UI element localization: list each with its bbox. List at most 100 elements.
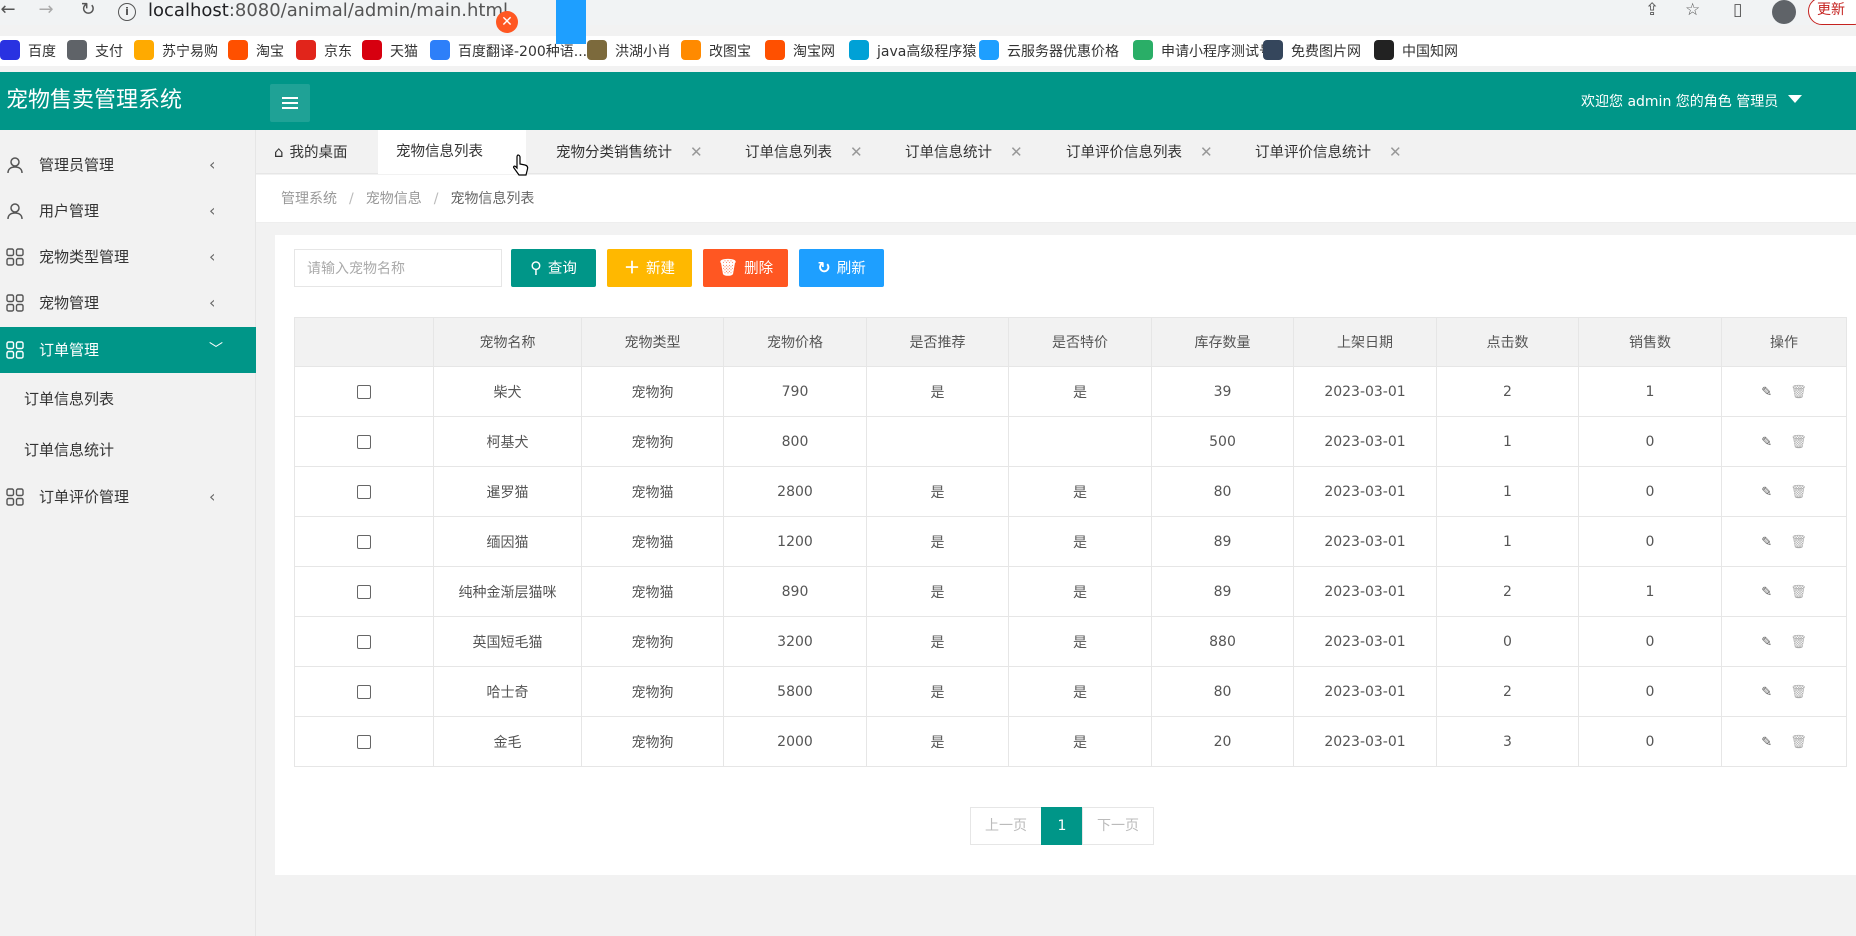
bookmark-item[interactable]: 申请小程序测试号	[1133, 40, 1273, 62]
bookmark-item[interactable]: 支付	[67, 40, 123, 62]
row-checkbox[interactable]	[357, 734, 371, 749]
close-icon[interactable]: ✕	[1389, 143, 1402, 161]
forward-arrow-icon[interactable]: →	[34, 0, 58, 24]
table-cell: 2023-03-01	[1293, 416, 1437, 467]
refresh-button[interactable]: ↻ 刷新	[799, 249, 884, 287]
edit-icon[interactable]: ✎	[1761, 385, 1772, 400]
tab-label: 我的桌面	[289, 145, 348, 161]
tab-review-list[interactable]: 订单评价信息列表 ✕	[1066, 130, 1213, 174]
edit-icon[interactable]: ✎	[1761, 435, 1772, 450]
trash-icon[interactable]: 🗑	[1790, 385, 1807, 400]
close-icon[interactable]: ✕	[690, 143, 703, 161]
profile-avatar-icon[interactable]	[1772, 0, 1796, 24]
trash-icon[interactable]: 🗑	[1790, 485, 1807, 500]
bookmark-item[interactable]: 苏宁易购	[134, 40, 218, 62]
table-cell: 纯种金渐层猫咪	[433, 566, 582, 617]
back-arrow-icon[interactable]: ←	[0, 0, 20, 24]
row-actions: ✎ 🗑	[1721, 516, 1847, 567]
edit-icon[interactable]: ✎	[1761, 485, 1772, 500]
search-input[interactable]	[294, 249, 502, 287]
row-checkbox[interactable]	[357, 384, 371, 399]
tab-label: 订单评价信息列表	[1066, 145, 1182, 161]
close-icon[interactable]: ✕	[1010, 143, 1023, 161]
bookmark-item[interactable]: java高级程序猿	[849, 40, 976, 62]
row-checkbox-cell	[294, 516, 434, 567]
row-checkbox[interactable]	[357, 484, 371, 499]
star-icon[interactable]: ☆	[1685, 0, 1700, 24]
row-checkbox[interactable]	[357, 584, 371, 599]
sidebar-subitem-order-stats[interactable]: 订单信息统计	[0, 427, 256, 473]
mouse-cursor-icon	[513, 154, 529, 176]
taobao-icon	[228, 40, 248, 60]
sidebar-panel-icon[interactable]: ▯	[1733, 0, 1742, 24]
query-button[interactable]: ⚲ 查询	[511, 249, 596, 287]
sidebar-item-users[interactable]: 用户管理 ‹	[0, 188, 256, 234]
edit-icon[interactable]: ✎	[1761, 685, 1772, 700]
user-menu[interactable]: 欢迎您 admin 您的角色 管理员	[1581, 93, 1803, 111]
bookmark-item[interactable]: 淘宝网	[765, 40, 835, 62]
breadcrumb-item[interactable]: 管理系统	[281, 191, 337, 207]
sidebar-subitem-order-list[interactable]: 订单信息列表	[0, 376, 256, 422]
site-info-icon[interactable]: i	[118, 3, 136, 21]
next-page-button[interactable]: 下一页	[1082, 807, 1154, 845]
url-field[interactable]: i localhost:8080/animal/admin/main.html	[118, 0, 1618, 25]
bookmark-item[interactable]: 改图宝	[681, 40, 751, 62]
sidebar-item-orders[interactable]: 订单管理 ﹀	[0, 327, 256, 373]
tab-pet-list[interactable]: 宠物信息列表	[378, 130, 526, 174]
row-checkbox[interactable]	[357, 684, 371, 699]
sidebar-item-reviews[interactable]: 订单评价管理 ‹	[0, 474, 256, 520]
bookmark-item[interactable]: 百度	[0, 40, 56, 62]
table-cell: 1200	[723, 516, 867, 567]
prev-page-button[interactable]: 上一页	[970, 807, 1042, 845]
user-info-text: 欢迎您 admin 您的角色 管理员	[1581, 94, 1779, 110]
tab-review-stats[interactable]: 订单评价信息统计 ✕	[1255, 130, 1402, 174]
bookmark-label: 免费图片网	[1291, 44, 1361, 60]
edit-icon[interactable]: ✎	[1761, 735, 1772, 750]
share-icon[interactable]: ⇪	[1645, 0, 1659, 24]
bookmark-item[interactable]: 中国知网	[1374, 40, 1458, 62]
reload-icon[interactable]: ↻	[76, 0, 100, 24]
bookmark-item[interactable]: 淘宝	[228, 40, 284, 62]
close-icon[interactable]: ✕	[496, 11, 518, 33]
trash-icon[interactable]: 🗑	[1790, 435, 1807, 450]
table-cell: 哈士奇	[433, 666, 582, 717]
browser-address-bar: ← → ↻ i localhost:8080/animal/admin/main.…	[0, 0, 1856, 25]
bookmark-item[interactable]: 京东	[296, 40, 352, 62]
edit-icon[interactable]: ✎	[1761, 535, 1772, 550]
table-header-cell: 宠物价格	[723, 317, 867, 367]
page-number-current[interactable]: 1	[1041, 807, 1083, 845]
update-button[interactable]: 更新	[1808, 0, 1856, 25]
new-button[interactable]: ＋ 新建	[607, 249, 692, 287]
table-cell	[866, 416, 1009, 467]
trash-icon[interactable]: 🗑	[1790, 585, 1807, 600]
breadcrumb-item[interactable]: 宠物信息	[366, 191, 422, 207]
table-cell: 2023-03-01	[1293, 516, 1437, 567]
close-icon[interactable]: ✕	[1200, 143, 1213, 161]
edit-icon[interactable]: ✎	[1761, 585, 1772, 600]
trash-icon[interactable]: 🗑	[1790, 535, 1807, 550]
close-icon[interactable]: ✕	[850, 143, 863, 161]
sidebar-item-pet-types[interactable]: 宠物类型管理 ‹	[0, 234, 256, 280]
menu-toggle-icon[interactable]	[270, 84, 310, 122]
row-checkbox[interactable]	[357, 534, 371, 549]
table-header-cell: 是否特价	[1008, 317, 1152, 367]
bookmark-item[interactable]: 洪湖小肖	[587, 40, 671, 62]
tab-my-desktop[interactable]: ⌂ 我的桌面	[274, 130, 348, 174]
row-checkbox[interactable]	[357, 434, 371, 449]
bookmark-item[interactable]: 免费图片网	[1263, 40, 1361, 62]
tab-order-list[interactable]: 订单信息列表 ✕	[745, 130, 863, 174]
trash-icon[interactable]: 🗑	[1790, 735, 1807, 750]
row-checkbox[interactable]	[357, 634, 371, 649]
trash-icon[interactable]: 🗑	[1790, 685, 1807, 700]
tab-order-stats[interactable]: 订单信息统计 ✕	[905, 130, 1023, 174]
content-card: ⚲ 查询 ＋ 新建 🗑 删除 ↻ 刷新 宠物名称 宠物类型 宠物价格 是否推荐 是否特价…	[275, 235, 1856, 875]
table-cell: 0	[1578, 516, 1722, 567]
bookmark-item[interactable]: 云服务器优惠价格	[979, 40, 1119, 62]
delete-button[interactable]: 🗑 删除	[703, 249, 788, 287]
sidebar-item-admin[interactable]: 管理员管理 ‹	[0, 142, 256, 188]
sidebar-item-pets[interactable]: 宠物管理 ‹	[0, 280, 256, 326]
trash-icon[interactable]: 🗑	[1790, 635, 1807, 650]
bookmark-item[interactable]: 天猫	[362, 40, 418, 62]
edit-icon[interactable]: ✎	[1761, 635, 1772, 650]
tab-pet-category-sales[interactable]: 宠物分类销售统计 ✕	[556, 130, 703, 174]
